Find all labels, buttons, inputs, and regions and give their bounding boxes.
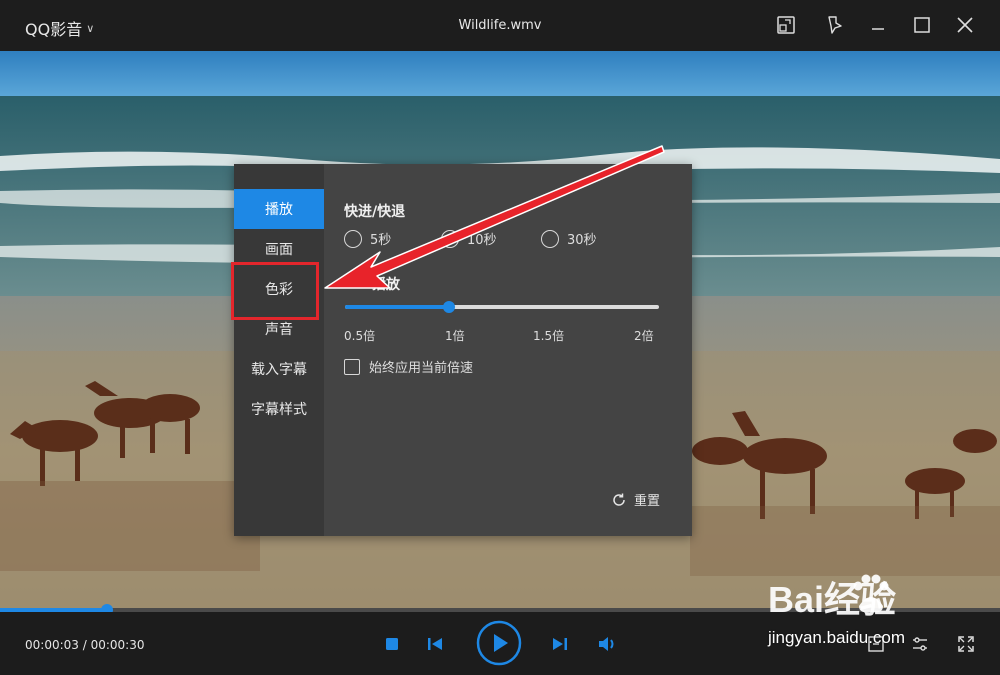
pin-button[interactable] — [822, 13, 846, 37]
close-button[interactable] — [953, 13, 977, 37]
nav-color[interactable]: 色彩 — [234, 269, 324, 309]
title-bar: QQ影音 ∨ Wildlife.wmv — [0, 0, 1000, 51]
speed-tick-2x: 2倍 — [634, 329, 654, 343]
volume-icon — [599, 637, 614, 651]
minimize-button[interactable] — [866, 13, 890, 37]
seek-option-30s[interactable]: 30秒 — [541, 229, 597, 248]
refresh-icon — [613, 493, 625, 506]
speed-slider-handle[interactable] — [442, 301, 455, 313]
window-title: Wildlife.wmv — [458, 18, 542, 33]
play-icon — [476, 620, 522, 666]
maximize-icon — [914, 17, 930, 33]
reset-button[interactable]: 重置 — [611, 490, 660, 509]
next-button[interactable] — [550, 634, 570, 654]
volume-button[interactable] — [597, 634, 619, 654]
maximize-button[interactable] — [910, 13, 934, 37]
time-display: 00:00:03 / 00:00:30 — [25, 638, 145, 652]
nav-picture[interactable]: 画面 — [234, 229, 324, 269]
nav-audio[interactable]: 声音 — [234, 309, 324, 349]
nav-playback[interactable]: 播放 — [234, 189, 324, 229]
speed-tick-1.5x: 1.5倍 — [533, 329, 565, 343]
nav-load-subtitle[interactable]: 载入字幕 — [234, 349, 324, 389]
speed-tick-0.5x: 0.5倍 — [344, 329, 376, 343]
minimize-icon — [872, 28, 884, 30]
fullscreen-button[interactable] — [956, 634, 976, 654]
seek-option-5s[interactable]: 5秒 — [344, 229, 391, 248]
skip-next-icon — [553, 638, 567, 650]
settings-button[interactable] — [910, 634, 930, 654]
close-icon — [957, 17, 973, 33]
settings-sliders-icon — [913, 637, 927, 651]
watermark-url: jingyan.baidu.com — [768, 628, 906, 647]
stop-button[interactable] — [382, 634, 402, 654]
skip-previous-icon — [428, 638, 442, 650]
mini-mode-icon — [777, 16, 795, 34]
stop-icon — [386, 638, 398, 650]
seek-option-10s[interactable]: 10秒 — [441, 229, 497, 248]
radio-circle — [541, 229, 559, 248]
speed-section-title: 播放 — [372, 277, 400, 293]
checkbox-box — [344, 358, 360, 375]
nav-subtitle-style[interactable]: 字幕样式 — [234, 389, 324, 429]
radio-circle — [441, 229, 459, 248]
mini-mode-button[interactable] — [774, 13, 798, 37]
always-apply-speed-checkbox[interactable]: 始终应用当前倍速 — [344, 357, 473, 376]
speed-tick-1x: 1倍 — [445, 329, 465, 343]
seek-section-title: 快进/快退 — [344, 204, 406, 220]
speed-slider-fill — [345, 305, 449, 309]
previous-button[interactable] — [425, 634, 445, 654]
radio-circle — [344, 229, 362, 248]
fullscreen-icon — [958, 636, 974, 652]
pin-icon — [828, 16, 842, 34]
play-button[interactable] — [476, 620, 522, 666]
